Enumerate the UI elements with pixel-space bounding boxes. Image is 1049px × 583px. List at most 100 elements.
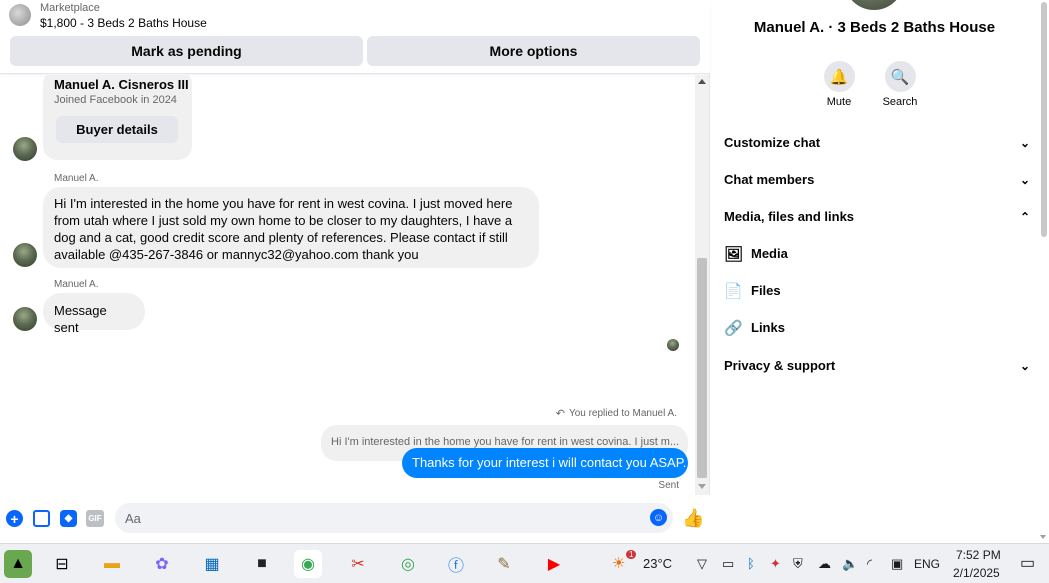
buyer-avatar[interactable] xyxy=(13,307,37,331)
widgets-icon[interactable]: ▲ xyxy=(4,550,32,578)
scroll-down-arrow-icon[interactable] xyxy=(698,484,706,489)
reply-arrow-icon: ↶ xyxy=(555,408,565,420)
more-options-button[interactable]: More options xyxy=(367,36,700,66)
gif-icon[interactable]: GIF xyxy=(86,510,104,527)
media-item[interactable]: 🖼 Media xyxy=(724,235,1024,272)
temperature[interactable]: 23°C xyxy=(643,556,672,571)
message-input-placeholder: Aa xyxy=(125,511,141,526)
customize-chat-row[interactable]: Customize chat ⌄ xyxy=(724,124,1030,161)
volume-icon[interactable]: 🔈 xyxy=(842,556,858,572)
panel-scrollbar[interactable] xyxy=(1038,0,1049,543)
mute-label: Mute xyxy=(826,96,852,108)
photo-icon[interactable] xyxy=(33,510,50,527)
chat-column: Marketplace $1,800 - 3 Beds 2 Baths Hous… xyxy=(0,0,710,543)
media-label: Media xyxy=(751,246,788,261)
buyer-details-button[interactable]: Buyer details xyxy=(56,116,178,143)
chevron-up-icon: ⌃ xyxy=(1019,209,1030,224)
privacy-support-label: Privacy & support xyxy=(724,358,836,373)
clock-date[interactable]: 2/1/2025 xyxy=(953,566,1000,580)
sticker-icon[interactable]: ◆ xyxy=(60,510,77,527)
facebook-icon[interactable]: ⓕ xyxy=(442,550,470,578)
shield-icon[interactable]: ⛨ xyxy=(793,556,803,572)
weather-badge: 1 xyxy=(626,550,637,559)
chat-scrollbar[interactable] xyxy=(695,75,709,495)
buyer-joined: Joined Facebook in 2024 xyxy=(54,94,177,106)
vpn-icon[interactable]: ▽ xyxy=(697,556,707,572)
message-composer: + ◆ GIF Aa ☺ 👍 xyxy=(0,495,710,543)
store-icon[interactable]: ▦ xyxy=(198,550,226,578)
panel-scroll-thumb[interactable] xyxy=(1041,2,1047,237)
privacy-support-row[interactable]: Privacy & support ⌄ xyxy=(724,347,1030,384)
messenger-window: Marketplace $1,800 - 3 Beds 2 Baths Hous… xyxy=(0,0,1049,543)
youtube-icon[interactable]: ▶ xyxy=(540,550,568,578)
link-icon: 🔗 xyxy=(724,319,743,337)
chat-members-row[interactable]: Chat members ⌄ xyxy=(724,161,1030,198)
buyer-name: Manuel A. Cisneros III xyxy=(54,77,189,92)
scroll-thumb[interactable] xyxy=(697,258,707,478)
search-button[interactable]: 🔍 Search xyxy=(870,61,930,108)
files-item[interactable]: 📄 Files xyxy=(724,272,1024,309)
windows-taskbar: ▲ ⊟ ▬ ✿ ▦ ■ ◉ ✂ ◎ ⓕ ✎ ▶ ☀ 1 23°C ▽ ▭ ᛒ ✦… xyxy=(0,543,1049,583)
message-input[interactable]: Aa ☺ xyxy=(115,503,673,533)
task-view-icon[interactable]: ⊟ xyxy=(48,550,76,578)
reply-indicator: ↶ You replied to Manuel A. xyxy=(556,407,677,420)
contact-avatar[interactable] xyxy=(844,0,904,10)
chrome-profile-icon[interactable]: ◎ xyxy=(394,550,422,578)
weather-icon[interactable]: ☀ xyxy=(612,554,625,572)
scroll-down-arrow-icon[interactable] xyxy=(1040,535,1046,539)
file-explorer-icon[interactable]: ▬ xyxy=(98,550,126,578)
listing-title[interactable]: $1,800 - 3 Beds 2 Baths House xyxy=(40,16,207,30)
bluetooth-icon[interactable]: ᛒ xyxy=(747,556,755,571)
chevron-down-icon: ⌄ xyxy=(1019,172,1030,187)
conversation-title: Manuel A. · 3 Beds 2 Baths House xyxy=(753,19,996,36)
sticky-notes-icon[interactable]: ■ xyxy=(248,550,276,578)
notification-icon[interactable]: ▭ xyxy=(1020,553,1035,573)
bell-icon[interactable]: 🔔 xyxy=(823,61,855,92)
incoming-message[interactable]: Hi I'm interested in the home you have f… xyxy=(43,187,539,268)
paint-palette-icon[interactable]: ✎ xyxy=(490,550,518,578)
language-indicator[interactable]: ENG xyxy=(914,557,940,571)
chat-members-label: Chat members xyxy=(724,172,815,187)
cloud-off-icon[interactable]: ☁ xyxy=(818,556,831,572)
links-item[interactable]: 🔗 Links xyxy=(724,309,1024,346)
copilot-icon[interactable]: ✿ xyxy=(148,550,176,578)
clock-time[interactable]: 7:52 PM xyxy=(956,548,1001,562)
mark-as-pending-button[interactable]: Mark as pending xyxy=(10,36,363,66)
emoji-icon[interactable]: ☺ xyxy=(650,509,667,526)
media-files-links-label: Media, files and links xyxy=(724,209,855,224)
files-label: Files xyxy=(751,283,781,298)
links-label: Links xyxy=(751,320,785,335)
buyer-card: Manuel A. Cisneros III Joined Facebook i… xyxy=(43,75,192,160)
listing-thumbnail[interactable] xyxy=(9,4,31,26)
buyer-avatar[interactable] xyxy=(13,243,37,267)
search-label: Search xyxy=(882,96,918,108)
thumbs-up-icon[interactable]: 👍 xyxy=(682,508,704,529)
mute-button[interactable]: 🔔 Mute xyxy=(809,61,869,108)
scroll-up-arrow-icon[interactable] xyxy=(698,79,706,84)
message-sender: Manuel A. xyxy=(54,173,99,184)
message-sender: Manuel A. xyxy=(54,279,99,290)
marketplace-label: Marketplace xyxy=(40,2,100,14)
chrome-icon[interactable]: ◉ xyxy=(294,550,322,578)
security-icon[interactable]: ✦ xyxy=(770,556,781,572)
message-list: Manuel A. Cisneros III Joined Facebook i… xyxy=(0,75,695,495)
replied-label: You replied to Manuel A. xyxy=(568,408,677,419)
media-files-links-row[interactable]: Media, files and links ⌃ xyxy=(724,198,1030,235)
file-icon: 📄 xyxy=(724,282,743,300)
listing-header: Marketplace $1,800 - 3 Beds 2 Baths Hous… xyxy=(0,0,710,74)
paint-app-icon[interactable]: ✂ xyxy=(344,550,372,578)
incoming-message[interactable]: Message sent xyxy=(43,293,145,335)
wifi-icon[interactable]: ◜ xyxy=(867,556,872,572)
sent-status: Sent xyxy=(658,480,679,491)
search-icon[interactable]: 🔍 xyxy=(884,61,916,92)
image-icon: 🖼 xyxy=(724,245,744,263)
conversation-info-panel: Manuel A. · 3 Beds 2 Baths House 🔔 Mute … xyxy=(711,0,1038,543)
touchpad-icon[interactable]: ▣ xyxy=(891,556,903,572)
outgoing-message[interactable]: Thanks for your interest i will contact … xyxy=(402,448,688,478)
plus-icon[interactable]: + xyxy=(6,510,23,527)
battery-icon[interactable]: ▭ xyxy=(722,556,734,572)
seen-indicator-avatar xyxy=(667,339,679,351)
buyer-avatar[interactable] xyxy=(13,137,37,161)
customize-chat-label: Customize chat xyxy=(724,135,821,150)
chevron-down-icon: ⌄ xyxy=(1019,135,1030,150)
